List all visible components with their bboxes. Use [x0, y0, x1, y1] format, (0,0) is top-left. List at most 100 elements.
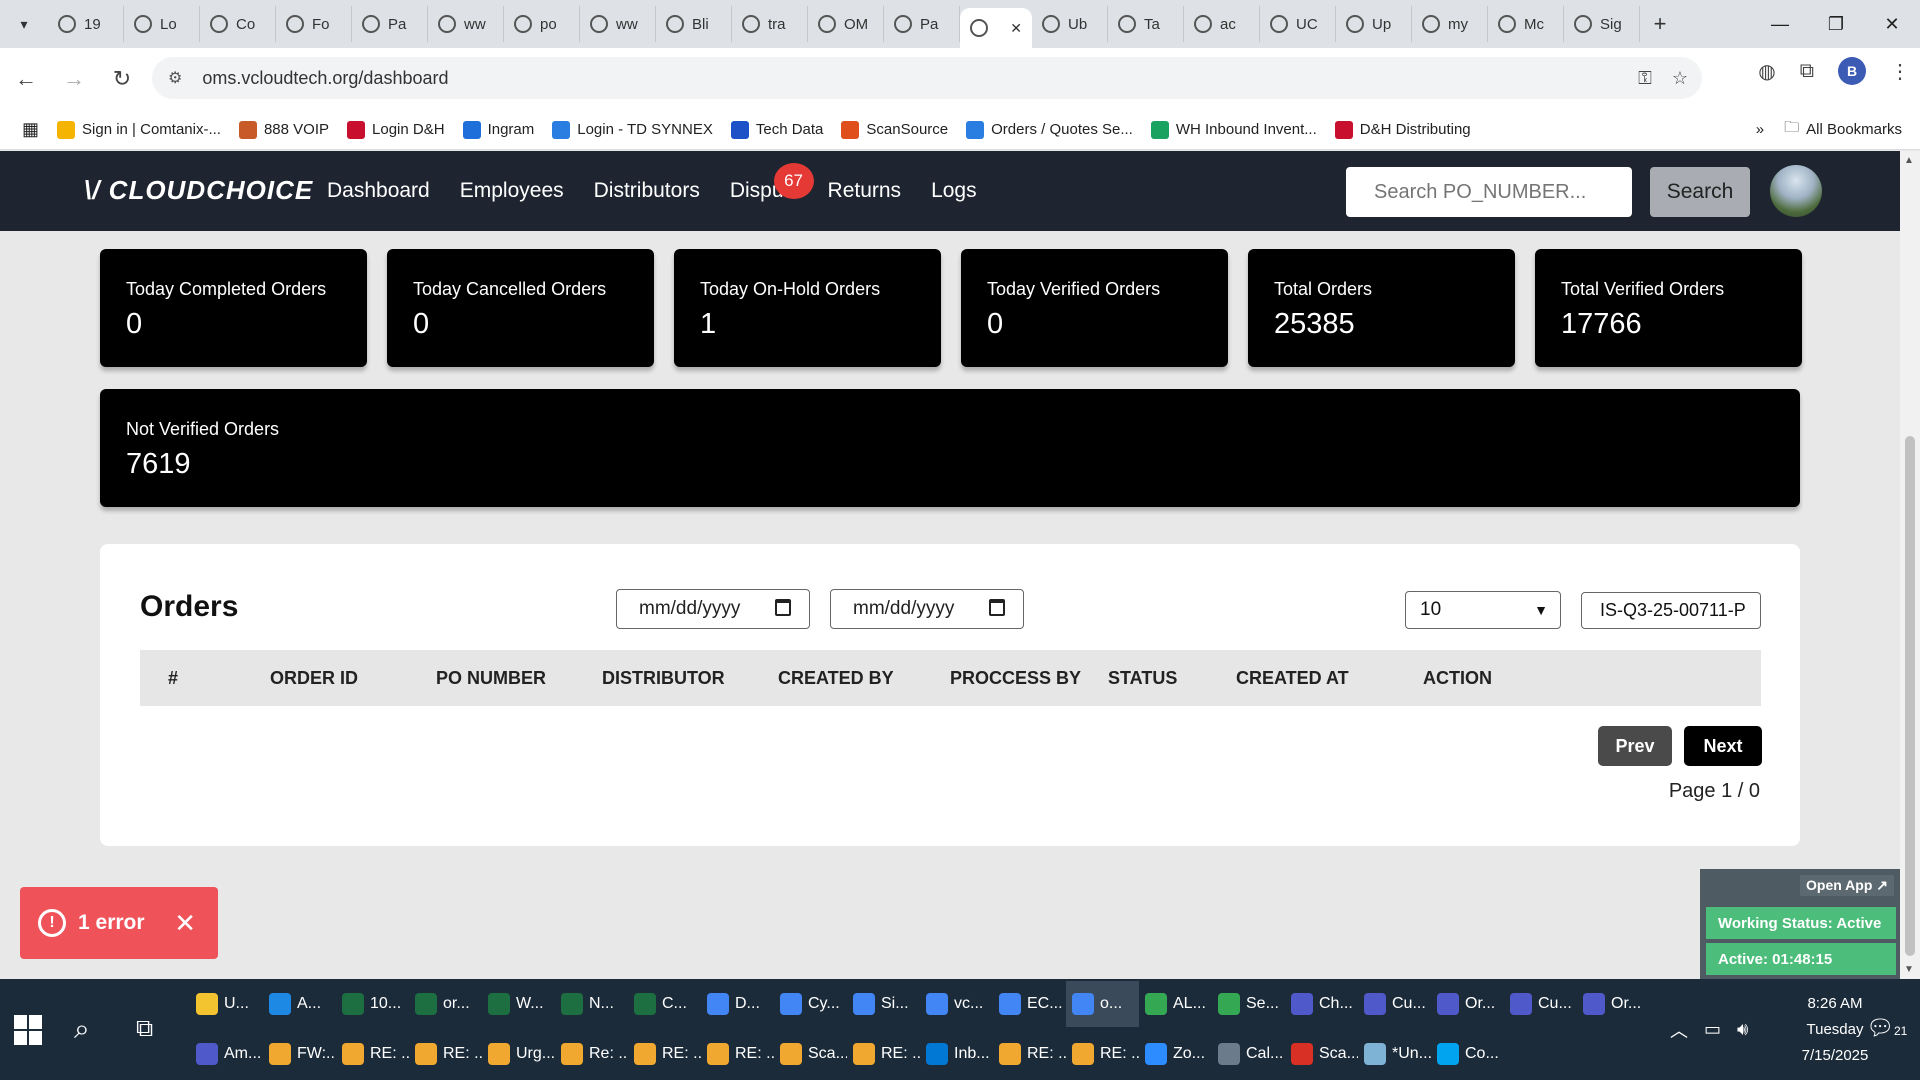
- search-button[interactable]: Search: [1650, 167, 1750, 217]
- chrome-menu-icon[interactable]: ⋮: [1890, 59, 1910, 84]
- task-view-icon[interactable]: ⧉: [136, 1015, 153, 1043]
- nav-returns[interactable]: Returns: [828, 179, 902, 203]
- apps-grid-icon[interactable]: ▦: [22, 119, 39, 140]
- browser-tab[interactable]: Fo: [276, 6, 352, 42]
- taskbar-app[interactable]: Cu...: [1358, 981, 1431, 1027]
- tab-search-chevron-icon[interactable]: ▾: [0, 0, 48, 48]
- taskbar-app[interactable]: Or...: [1431, 981, 1504, 1027]
- browser-tab[interactable]: Mc: [1488, 6, 1564, 42]
- translate-icon[interactable]: ◍: [1758, 59, 1775, 84]
- browser-tab[interactable]: ✕: [960, 8, 1032, 48]
- taskbar-app[interactable]: Zo...: [1139, 1031, 1212, 1077]
- taskbar-app[interactable]: W...: [482, 981, 555, 1027]
- close-icon[interactable]: ✕: [174, 908, 196, 939]
- browser-tab[interactable]: Lo: [124, 6, 200, 42]
- site-info-icon[interactable]: ⚙: [168, 68, 182, 88]
- browser-tab[interactable]: ww: [428, 6, 504, 42]
- browser-tab[interactable]: Pa: [884, 6, 960, 42]
- battery-icon[interactable]: ▭: [1704, 1019, 1721, 1040]
- taskbar-app[interactable]: RE: ...: [993, 1031, 1066, 1077]
- error-toast[interactable]: ! 1 error ✕: [20, 887, 218, 959]
- chevron-up-icon[interactable]: ︿: [1670, 1017, 1688, 1043]
- user-avatar[interactable]: [1770, 165, 1822, 217]
- scroll-down-icon[interactable]: ▼: [1904, 964, 1914, 975]
- bookmark-item[interactable]: WH Inbound Invent...: [1150, 120, 1317, 139]
- browser-tab[interactable]: Ta: [1108, 6, 1184, 42]
- browser-tab[interactable]: Ub: [1032, 6, 1108, 42]
- nav-dashboard[interactable]: Dashboard: [327, 179, 430, 203]
- taskbar-app[interactable]: vc...: [920, 981, 993, 1027]
- taskbar-app[interactable]: A...: [263, 981, 336, 1027]
- close-window-icon[interactable]: ✕: [1864, 0, 1920, 48]
- taskbar-app[interactable]: EC...: [993, 981, 1066, 1027]
- bookmark-star-icon[interactable]: ☆: [1672, 68, 1688, 89]
- taskbar-app[interactable]: 10...: [336, 981, 409, 1027]
- taskbar-app[interactable]: Cu...: [1504, 981, 1577, 1027]
- calendar-icon[interactable]: [989, 599, 1005, 616]
- taskbar-app[interactable]: RE: ...: [847, 1031, 920, 1077]
- new-tab-button[interactable]: +: [1640, 11, 1680, 37]
- taskbar-app[interactable]: AL...: [1139, 981, 1212, 1027]
- taskbar-app[interactable]: Sca...: [1285, 1031, 1358, 1077]
- date-from-input[interactable]: mm/dd/yyyy: [616, 589, 810, 629]
- password-key-icon[interactable]: ⚿: [1638, 68, 1652, 89]
- close-tab-icon[interactable]: ✕: [1010, 20, 1022, 37]
- taskbar-app[interactable]: Ch...: [1285, 981, 1358, 1027]
- taskbar-app[interactable]: C...: [628, 981, 701, 1027]
- bookmark-item[interactable]: D&H Distributing: [1334, 120, 1471, 139]
- prev-button[interactable]: Prev: [1598, 726, 1672, 766]
- taskbar-app[interactable]: Am...: [190, 1031, 263, 1077]
- taskbar-app[interactable]: o...: [1066, 981, 1139, 1027]
- windows-start-icon[interactable]: [14, 1015, 44, 1045]
- bookmark-item[interactable]: Sign in | Comtanix-...: [57, 120, 221, 139]
- taskbar-app[interactable]: RE: ...: [336, 1031, 409, 1077]
- bookmark-item[interactable]: Orders / Quotes Se...: [966, 120, 1133, 139]
- taskbar-app[interactable]: D...: [701, 981, 774, 1027]
- bookmark-item[interactable]: Login - TD SYNNEX: [552, 120, 713, 139]
- page-size-select[interactable]: 10 ▼: [1405, 591, 1561, 629]
- taskbar-app[interactable]: Re: ...: [555, 1031, 628, 1077]
- browser-tab[interactable]: tra: [732, 6, 808, 42]
- forward-icon[interactable]: →: [52, 57, 96, 101]
- taskbar-app[interactable]: FW:...: [263, 1031, 336, 1077]
- profile-avatar[interactable]: B: [1838, 57, 1866, 85]
- browser-tab[interactable]: Sig: [1564, 6, 1640, 42]
- extensions-icon[interactable]: ⧉: [1800, 60, 1814, 83]
- taskbar-app[interactable]: RE: ...: [701, 1031, 774, 1077]
- taskbar-app[interactable]: RE: ...: [409, 1031, 482, 1077]
- taskbar-app[interactable]: Urg...: [482, 1031, 555, 1077]
- po-filter-input[interactable]: IS-Q3-25-00711-P: [1581, 592, 1761, 629]
- taskbar-app[interactable]: Se...: [1212, 981, 1285, 1027]
- back-icon[interactable]: ←: [4, 57, 48, 101]
- browser-tab[interactable]: Up: [1336, 6, 1412, 42]
- browser-tab[interactable]: UC: [1260, 6, 1336, 42]
- bookmark-item[interactable]: Tech Data: [730, 120, 823, 139]
- browser-tab[interactable]: Pa: [352, 6, 428, 42]
- browser-tab[interactable]: Co: [200, 6, 276, 42]
- taskbar-app[interactable]: Co...: [1431, 1031, 1504, 1077]
- nav-logs[interactable]: Logs: [931, 179, 977, 203]
- nav-employees[interactable]: Employees: [460, 179, 564, 203]
- url-field[interactable]: ⚙ oms.vcloudtech.org/dashboard ⚿ ☆: [152, 57, 1702, 99]
- cloudchoice-logo[interactable]: \/ CLOUDCHOICE: [84, 175, 313, 206]
- po-search-input[interactable]: [1346, 167, 1632, 217]
- volume-icon[interactable]: 🔊︎: [1737, 1019, 1748, 1040]
- taskbar-app[interactable]: *Un...: [1358, 1031, 1431, 1077]
- next-button[interactable]: Next: [1684, 726, 1762, 766]
- nav-disputes[interactable]: Dispu 67: [730, 163, 814, 203]
- browser-tab[interactable]: ac: [1184, 6, 1260, 42]
- bookmark-item[interactable]: Login D&H: [347, 120, 445, 139]
- taskbar-app[interactable]: U...: [190, 981, 263, 1027]
- browser-tab[interactable]: Bli: [656, 6, 732, 42]
- browser-tab[interactable]: ww: [580, 6, 656, 42]
- all-bookmarks-button[interactable]: 🗀 All Bookmarks: [1784, 117, 1902, 142]
- notification-center-icon[interactable]: 💬︎21: [1866, 1015, 1907, 1041]
- nav-distributors[interactable]: Distributors: [594, 179, 700, 203]
- taskbar-app[interactable]: or...: [409, 981, 482, 1027]
- taskbar-app[interactable]: Cal...: [1212, 1031, 1285, 1077]
- date-to-input[interactable]: mm/dd/yyyy: [830, 589, 1024, 629]
- scroll-up-icon[interactable]: ▲: [1904, 155, 1914, 166]
- taskbar-app[interactable]: RE: ...: [1066, 1031, 1139, 1077]
- taskbar-app[interactable]: RE: ...: [628, 1031, 701, 1077]
- taskbar-app[interactable]: Sca...: [774, 1031, 847, 1077]
